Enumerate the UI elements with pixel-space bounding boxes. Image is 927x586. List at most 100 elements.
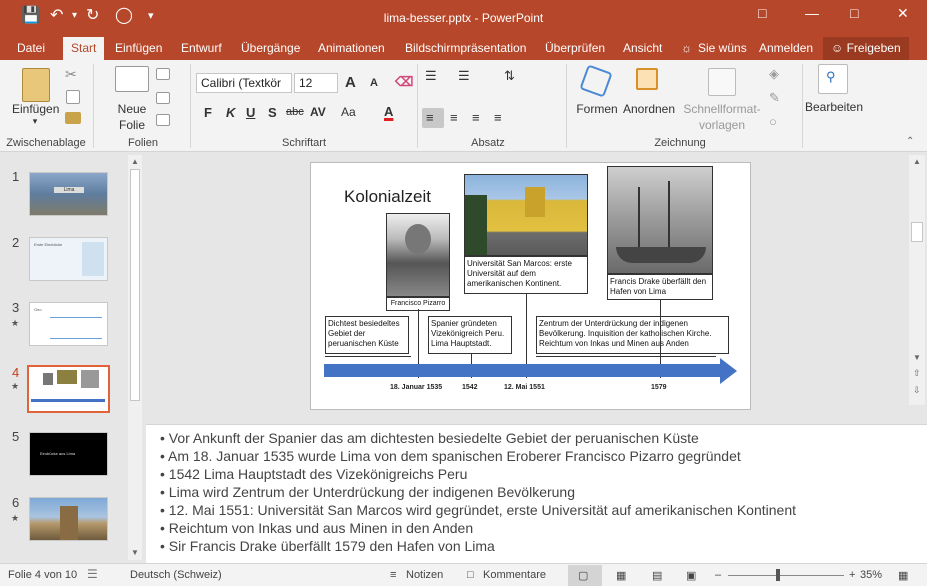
justify-icon[interactable]: ≡ bbox=[494, 110, 502, 125]
tab-einfuegen[interactable]: Einfügen bbox=[115, 41, 162, 55]
collapse-ribbon-icon[interactable]: ⌃ bbox=[906, 136, 914, 147]
san-marcos-caption[interactable]: Universität San Marcos: erste Universitä… bbox=[464, 256, 588, 294]
scroll-down-icon[interactable]: ▼ bbox=[131, 548, 139, 557]
cut-icon[interactable]: ✂ bbox=[65, 66, 77, 83]
underline-button[interactable]: U bbox=[246, 105, 255, 120]
ribbon-options-icon[interactable]: □ bbox=[758, 5, 766, 21]
previous-slide-icon[interactable]: ⇧ bbox=[913, 368, 921, 379]
shapes-icon[interactable] bbox=[579, 64, 613, 98]
zoom-slider-track[interactable] bbox=[728, 575, 844, 576]
reading-view-icon[interactable]: ▤ bbox=[652, 569, 662, 582]
font-color-button[interactable]: A bbox=[384, 104, 393, 119]
line-spacing-icon[interactable]: ⇅ bbox=[504, 68, 515, 84]
slide-title[interactable]: Kolonialzeit bbox=[344, 187, 431, 207]
italic-button[interactable]: K bbox=[226, 105, 235, 120]
comments-button[interactable]: Kommentare bbox=[483, 569, 546, 581]
zoom-in-button[interactable]: + bbox=[849, 569, 855, 581]
new-slide-button[interactable]: Neue bbox=[108, 102, 156, 116]
font-name-combo[interactable]: Calibri (Textkör bbox=[196, 73, 292, 93]
shrink-font-icon[interactable]: A bbox=[370, 77, 378, 89]
tab-uebergaenge[interactable]: Übergänge bbox=[241, 41, 300, 55]
layout-icon[interactable] bbox=[156, 68, 170, 80]
notes-toggle-button[interactable]: Notizen bbox=[406, 569, 443, 581]
paste-icon[interactable] bbox=[22, 68, 50, 102]
next-slide-icon[interactable]: ⇩ bbox=[913, 385, 921, 396]
slide-thumbnail-4[interactable] bbox=[27, 365, 110, 413]
tab-animationen[interactable]: Animationen bbox=[318, 41, 385, 55]
shapes-button[interactable]: Formen bbox=[574, 102, 620, 116]
current-slide[interactable]: Kolonialzeit Francisco Pizarro Universit… bbox=[310, 162, 751, 410]
arrange-icon[interactable] bbox=[636, 68, 658, 90]
character-spacing-button[interactable]: AV bbox=[310, 105, 326, 119]
san-marcos-photo[interactable] bbox=[464, 174, 588, 256]
scroll-down-icon[interactable]: ▼ bbox=[913, 353, 921, 362]
date-label[interactable]: 12. Mai 1551 bbox=[504, 384, 545, 391]
tab-datei[interactable]: Datei bbox=[17, 41, 45, 55]
tab-start[interactable]: Start bbox=[63, 37, 105, 60]
thumbnails-scrollbar[interactable]: ▲ ▼ bbox=[128, 155, 142, 560]
editing-button[interactable]: Bearbeiten bbox=[804, 100, 864, 114]
zoom-slider-thumb[interactable] bbox=[776, 569, 780, 581]
spellcheck-icon[interactable]: ☰ bbox=[87, 567, 98, 581]
date-label[interactable]: 1579 bbox=[651, 384, 667, 391]
timeline-box-1[interactable]: Dichtest besiedeltes Gebiet der peruanis… bbox=[325, 316, 409, 354]
drake-ship-image[interactable] bbox=[607, 166, 713, 274]
pizarro-portrait[interactable] bbox=[386, 213, 450, 297]
comments-icon[interactable]: □ bbox=[467, 569, 474, 581]
zoom-level[interactable]: 35% bbox=[860, 569, 882, 581]
close-icon[interactable]: ✕ bbox=[897, 5, 909, 22]
zoom-out-button[interactable]: – bbox=[715, 569, 721, 581]
slide-thumbnail-3[interactable]: Geo bbox=[29, 302, 108, 346]
slideshow-icon[interactable]: ▣ bbox=[686, 569, 696, 582]
slide-counter[interactable]: Folie 4 von 10 bbox=[8, 569, 77, 581]
shape-fill-icon[interactable]: ◈ bbox=[769, 66, 779, 82]
drake-caption[interactable]: Francis Drake überfällt den Hafen von Li… bbox=[607, 274, 713, 300]
strikethrough-button[interactable]: abc bbox=[286, 106, 304, 118]
copy-icon[interactable] bbox=[66, 90, 80, 104]
minimize-icon[interactable]: — bbox=[805, 5, 819, 21]
bullets-icon[interactable]: ☰ bbox=[425, 68, 437, 84]
notes-pane[interactable]: • Vor Ankunft der Spanier das am dichtes… bbox=[146, 424, 927, 563]
clear-format-icon[interactable]: ⌫ bbox=[395, 74, 413, 90]
tell-me-box[interactable]: Sie wüns bbox=[698, 41, 747, 55]
slide-thumbnail-1[interactable]: Lima bbox=[29, 172, 108, 216]
slide-thumbnail-5[interactable]: Eindrücke aus Lima bbox=[29, 432, 108, 476]
quickstyles-button[interactable]: Schnellformat- bbox=[680, 102, 764, 116]
slide-thumbnail-2[interactable]: Erste Eindrücke bbox=[29, 237, 108, 281]
scroll-up-icon[interactable]: ▲ bbox=[913, 157, 921, 166]
bold-button[interactable]: F bbox=[204, 105, 212, 120]
quickstyles-icon[interactable] bbox=[708, 68, 736, 96]
paste-dropdown-icon[interactable]: ▾ bbox=[28, 116, 42, 127]
change-case-button[interactable]: Aa bbox=[341, 105, 356, 119]
arrange-button[interactable]: Anordnen bbox=[620, 102, 678, 116]
align-center-icon[interactable]: ≡ bbox=[450, 110, 458, 125]
section-icon[interactable] bbox=[156, 114, 170, 126]
tab-ansicht[interactable]: Ansicht bbox=[623, 41, 662, 55]
notes-toggle-icon[interactable]: ≡ bbox=[390, 569, 396, 581]
tab-bildschirmpraesentation[interactable]: Bildschirmpräsentation bbox=[405, 41, 526, 55]
font-size-combo[interactable]: 12 bbox=[294, 73, 338, 93]
scroll-up-icon[interactable]: ▲ bbox=[131, 157, 139, 166]
slide-thumbnail-6[interactable] bbox=[29, 497, 108, 541]
slide-sorter-icon[interactable]: ▦ bbox=[616, 569, 626, 582]
fit-to-window-icon[interactable]: ▦ bbox=[898, 569, 908, 582]
reset-slide-icon[interactable] bbox=[156, 92, 170, 104]
align-right-icon[interactable]: ≡ bbox=[472, 110, 480, 125]
tab-entwurf[interactable]: Entwurf bbox=[181, 41, 222, 55]
maximize-icon[interactable]: □ bbox=[850, 5, 858, 21]
share-button[interactable]: ☺ Freigeben bbox=[823, 37, 909, 60]
format-painter-icon[interactable] bbox=[65, 112, 81, 124]
language-indicator[interactable]: Deutsch (Schweiz) bbox=[130, 569, 222, 581]
new-slide-icon[interactable] bbox=[115, 66, 149, 92]
timeline-arrow[interactable] bbox=[324, 364, 720, 377]
scroll-thumb[interactable] bbox=[130, 169, 140, 401]
date-label[interactable]: 18. Januar 1535 bbox=[390, 384, 442, 391]
shape-effects-icon[interactable]: ○ bbox=[769, 114, 777, 129]
paste-button[interactable]: Einfügen bbox=[12, 102, 59, 116]
shadow-button[interactable]: S bbox=[268, 105, 277, 120]
editor-scrollbar[interactable]: ▲ ▼ ⇧ ⇩ bbox=[909, 155, 925, 405]
date-label[interactable]: 1542 bbox=[462, 384, 478, 391]
grow-font-icon[interactable]: A bbox=[345, 74, 356, 91]
shape-outline-icon[interactable]: ✎ bbox=[769, 90, 780, 106]
tab-ueberpruefen[interactable]: Überprüfen bbox=[545, 41, 605, 55]
